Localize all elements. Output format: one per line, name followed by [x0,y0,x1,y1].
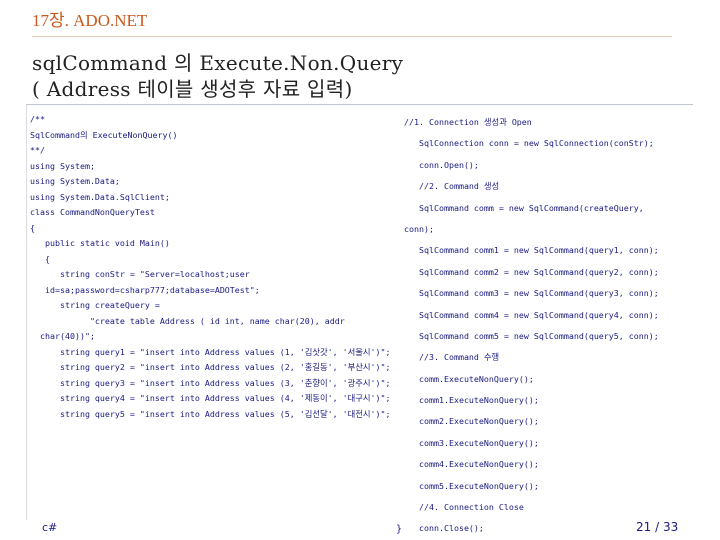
code-line: { [30,253,50,264]
code-line: string query5 = "insert into Address val… [30,408,391,419]
code-right-column: //1. Connection 생성과 Open SqlConnection c… [404,112,659,540]
header-divider [32,36,672,37]
code-line: comm1.ExecuteNonQuery(); [404,395,539,406]
code-line: SqlCommand comm5 = new SqlCommand(query5… [404,330,659,341]
code-left-column: /** SqlCommand의 ExecuteNonQuery() **/ using… [30,112,391,422]
code-line: comm.ExecuteNonQuery(); [404,373,534,384]
code-line: string conStr = "Server=localhost;user [30,269,250,279]
code-line: //3. Command 수행 [404,352,500,363]
code-line: string query3 = "insert into Address val… [30,377,391,388]
code-line: class CommandNonQueryTest [30,207,155,217]
code-line: comm3.ExecuteNonQuery(); [404,437,539,448]
code-line: //4. Connection Close [404,502,524,513]
slide-title: sqlCommand 의 Execute.Non.Query ( Address… [32,50,403,102]
code-line: string query1 = "insert into Address val… [30,346,391,357]
slide-title-line-1: sqlCommand 의 Execute.Non.Query [32,51,404,75]
code-line: string query4 = "insert into Address val… [30,393,391,403]
code-line: string createQuery = [30,300,160,310]
code-line: conn.Close(); [404,523,484,534]
code-line: SqlCommand의 ExecuteNonQuery() [30,129,178,140]
slide-title-line-2: ( Address 테이블 생성후 자료 입력) [32,77,353,101]
code-line: string query2 = "insert into Address val… [30,362,391,372]
code-line: SqlCommand comm4 = new SqlCommand(query4… [404,309,659,320]
code-line: using System; [30,160,95,171]
footer-language: c# [42,521,58,534]
code-line: SqlCommand comm2 = new SqlCommand(query2… [404,266,659,277]
code-line: conn.Open(); [404,159,479,170]
code-line: **/ [30,145,45,155]
code-line: "create table Address ( id int, name cha… [30,315,345,326]
code-line: SqlCommand comm3 = new SqlCommand(query3… [404,288,659,299]
code-line: using System.Data.SqlClient; [30,191,170,202]
footer-closing-brace: } [396,524,403,535]
code-line: comm5.ExecuteNonQuery(); [404,480,539,491]
code-line: SqlConnection conn = new SqlConnection(c… [404,138,654,149]
code-line: comm4.ExecuteNonQuery(); [404,459,539,470]
code-line: //1. Connection 생성과 Open [404,117,532,127]
code-line: public static void Main() [30,238,170,248]
page-number: 21 / 33 [636,520,679,534]
code-line: SqlCommand comm = new SqlCommand(createQ… [404,202,644,213]
code-line: SqlCommand comm1 = new SqlCommand(query1… [404,245,659,256]
code-line: using System.Data; [30,176,120,186]
code-line: { [30,222,35,233]
code-line: char(40))"; [30,331,95,341]
code-line: //2. Command 생성 [404,181,500,192]
code-line: /** [30,114,45,124]
code-line: comm2.ExecuteNonQuery(); [404,416,539,427]
code-line: conn); [404,223,434,234]
code-line: id=sa;password=csharp777;database=ADOTes… [30,284,260,295]
chapter-label: 17장. ADO.NET [32,11,148,30]
